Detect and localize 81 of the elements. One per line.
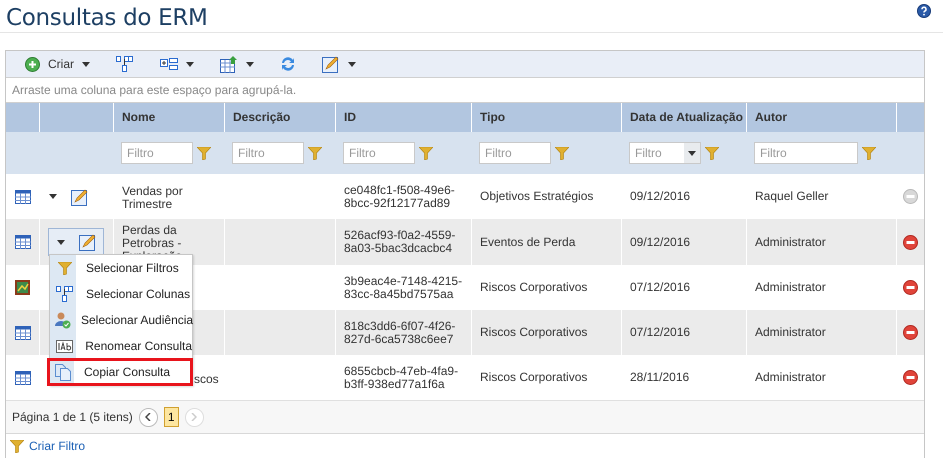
table-cell-text: 526acf93-f0a2-4559-8a03-5bac3dcacbc4: [344, 229, 456, 255]
table-cell-text: ce048fc1-f508-49e6-8bcc-92f12177ad89: [344, 184, 456, 210]
column-header[interactable]: ID: [344, 110, 356, 124]
table-cell: Eventos de Perda: [480, 236, 576, 248]
add-icon: [25, 56, 40, 72]
table-cell: 09/12/2016: [630, 236, 690, 248]
filter-icon: [555, 146, 569, 160]
table-cell: Administrator: [755, 281, 826, 294]
user-check-icon: [54, 312, 71, 328]
filter-icon: [705, 146, 719, 160]
export-icon: [220, 56, 238, 72]
delete-icon[interactable]: [903, 325, 918, 340]
menu-item[interactable]: Selecionar Colunas: [50, 281, 192, 307]
column-header[interactable]: Autor: [755, 110, 787, 124]
table-cell-text: 818c3dd6-6f07-4f26-827d-6ca5738c6ee7: [344, 320, 456, 346]
table-cell: Administrator: [755, 371, 826, 384]
menu-item[interactable]: Selecionar Audiência: [50, 307, 192, 333]
table-icon: [14, 190, 30, 204]
edit-icon: [71, 188, 89, 206]
menu-item[interactable]: Copiar Consulta: [48, 359, 192, 385]
delete-icon[interactable]: [903, 370, 918, 385]
page-title: Consultas do ERM: [6, 4, 208, 32]
table-cell: Riscos Corporativos: [480, 326, 588, 339]
chevron-right-icon: [191, 413, 198, 421]
create-filter-link[interactable]: Criar Filtro: [29, 439, 85, 453]
column-header[interactable]: Tipo: [480, 110, 506, 124]
export-button[interactable]: [217, 56, 257, 72]
table-cell: 07/12/2016: [630, 281, 690, 294]
help-icon[interactable]: [917, 4, 931, 18]
edit-icon: [322, 55, 340, 73]
table-cell: Objetivos Estratégios: [480, 190, 594, 203]
filter-icon: [308, 146, 322, 160]
menu-item[interactable]: Renomear Consulta: [50, 333, 192, 359]
menu-item[interactable]: Selecionar Filtros: [50, 255, 192, 281]
copy-icon: [54, 364, 72, 380]
filter-icon: [419, 146, 433, 160]
caret-icon: [348, 62, 356, 66]
filter-icon: [862, 146, 876, 160]
table-cell: Administrator: [755, 326, 826, 339]
table-cell-text: 3b9eac4e-7148-4215-83cc-8a45bd7575aa: [344, 274, 464, 300]
caret-icon: [186, 62, 194, 66]
caret-icon: [246, 62, 254, 66]
table-icon: [14, 326, 30, 340]
table-cell: Riscos Corporativos: [480, 281, 588, 294]
delete-icon[interactable]: [903, 280, 918, 295]
table-icon: [14, 370, 30, 384]
table-cell-text: Vendas por Trimestre: [122, 185, 184, 211]
caret-icon: [82, 62, 90, 66]
previous-page-button[interactable]: [138, 408, 158, 426]
caret-icon: [688, 150, 696, 156]
table-cell: 28/11/2016: [630, 371, 690, 384]
column-header[interactable]: Nome: [122, 110, 156, 124]
refresh-icon: [280, 56, 296, 72]
delete-icon[interactable]: [903, 234, 918, 250]
table-icon: [14, 235, 30, 249]
filter-icon: [58, 262, 72, 274]
chart-icon: [15, 280, 30, 295]
column-header[interactable]: Data de Atualização: [630, 110, 743, 124]
columns-icon: [56, 286, 74, 302]
table-cell: Raquel Geller: [755, 190, 828, 203]
create-button[interactable]: Criar: [22, 56, 93, 72]
chevron-left-icon: [145, 413, 152, 421]
table-cell: 07/12/2016: [630, 326, 690, 339]
table-cell: Riscos Corporativos: [480, 371, 588, 384]
table-cell-text: 6855cbcb-47eb-4fa9-b3ff-938ed77a1f6a: [344, 364, 460, 390]
group-button[interactable]: [157, 57, 197, 71]
page-summary: Página 1 de 1 (5 itens): [12, 410, 133, 424]
caret-icon: [57, 240, 65, 244]
group-icon: [160, 57, 178, 71]
column-header[interactable]: Descrição: [233, 110, 290, 124]
edit-icon: [79, 233, 97, 251]
columns-icon: [116, 56, 134, 72]
table-cell: scos: [194, 372, 219, 386]
edit-button[interactable]: [319, 55, 359, 73]
table-cell: Administrator: [755, 236, 826, 248]
table-cell: 09/12/2016: [630, 190, 690, 203]
page-button[interactable]: 1: [164, 407, 179, 427]
rename-icon: [56, 340, 74, 352]
filter-icon: [10, 440, 24, 452]
filter-icon: [197, 146, 211, 160]
caret-icon: [49, 194, 57, 199]
